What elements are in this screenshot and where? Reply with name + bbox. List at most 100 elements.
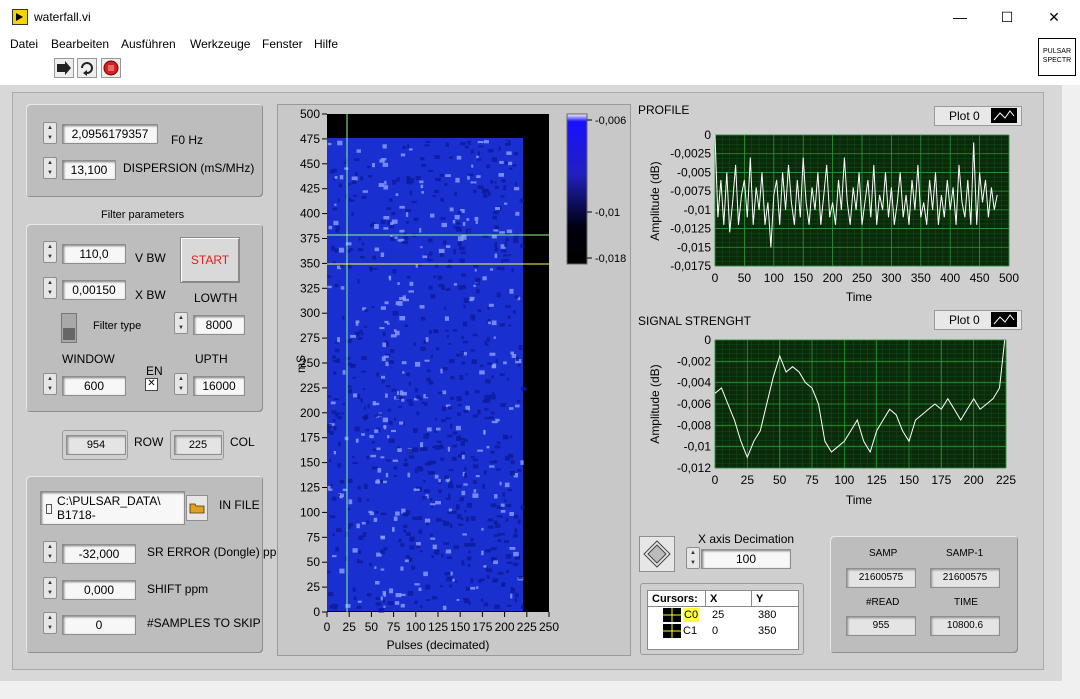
menu-werkzeuge[interactable]: Werkzeuge — [190, 37, 250, 51]
filter-type-toggle[interactable] — [61, 313, 77, 343]
cursor-move-pad[interactable] — [639, 536, 675, 572]
cursor-c0-name[interactable]: C0 — [683, 608, 700, 622]
profile-chart[interactable]: 0 -0,0025 -0,005 -0,0075 -0,01 -0,0125 -0,015 -… — [637, 125, 1027, 305]
waterfall-speckle — [390, 237, 395, 241]
waterfall-speckle — [520, 243, 525, 248]
window-input[interactable]: 600 — [62, 376, 126, 396]
waterfall-speckle — [418, 529, 423, 534]
dispersion-input[interactable]: 13,100 — [62, 160, 116, 180]
sr-error-input[interactable]: -32,000 — [62, 544, 136, 564]
waterfall-speckle — [357, 485, 361, 490]
decimation-incdec[interactable]: ▲ ▼ — [686, 547, 700, 569]
browse-folder-icon[interactable] — [186, 495, 208, 521]
waterfall-speckle — [457, 241, 462, 247]
waterfall-speckle — [401, 398, 405, 402]
s-y-tick-label: -0,002 — [677, 354, 711, 368]
waterfall-speckle — [352, 461, 358, 464]
sr-error-incdec[interactable]: ▲ ▼ — [43, 541, 57, 563]
waterfall-speckle — [461, 562, 465, 566]
waterfall-speckle — [462, 321, 468, 327]
run-continuously-icon[interactable] — [77, 58, 97, 78]
title-bar — [0, 0, 1080, 34]
profile-y-axis: 0 -0,0025 -0,005 -0,0075 -0,01 -0,0125 -0,015 -… — [670, 128, 711, 273]
shift-incdec[interactable]: ▲ ▼ — [43, 577, 57, 599]
menu-hilfe[interactable]: Hilfe — [314, 37, 338, 51]
upth-incdec[interactable]: ▲ ▼ — [174, 373, 188, 395]
menu-fenster[interactable]: Fenster — [262, 37, 303, 51]
waterfall-speckle — [380, 219, 386, 224]
waterfall-speckle — [504, 242, 507, 248]
row-label: ROW — [134, 435, 164, 449]
waterfall-y-tick-label: 150 — [300, 456, 320, 470]
waterfall-speckle — [503, 254, 508, 257]
waterfall-speckle — [357, 394, 360, 399]
waterfall-speckle — [440, 444, 443, 448]
skip-incdec[interactable]: ▲ ▼ — [43, 612, 57, 634]
lowth-input[interactable]: 8000 — [193, 315, 245, 335]
upth-input[interactable]: 16000 — [193, 376, 245, 396]
lowth-incdec[interactable]: ▲ ▼ — [174, 312, 188, 334]
waterfall-speckle — [336, 528, 342, 533]
decimation-input[interactable]: 100 — [701, 549, 791, 569]
cursor-c1-name[interactable]: C1 — [683, 624, 697, 638]
close-button[interactable]: ✕ — [1031, 4, 1077, 30]
menu-datei[interactable]: Datei — [10, 37, 38, 51]
waterfall-speckle — [356, 149, 361, 153]
dispersion-incdec[interactable]: ▲ ▼ — [43, 157, 57, 179]
waterfall-speckle — [427, 258, 433, 262]
start-button[interactable]: START — [180, 237, 240, 283]
waterfall-speckle — [484, 416, 490, 420]
xbw-incdec[interactable]: ▲ ▼ — [43, 277, 57, 299]
profile-legend[interactable]: Plot 0 — [934, 106, 1022, 126]
f0-incdec[interactable]: ▲ ▼ — [43, 122, 57, 144]
cursor-legend[interactable]: Cursors: X Y C0 25 380 C1 0 350 — [647, 590, 799, 650]
xbw-input[interactable]: 0,00150 — [62, 280, 126, 300]
waterfall-speckle — [455, 353, 460, 357]
waterfall-speckle — [480, 598, 484, 602]
signal-chart[interactable]: 0 -0,002 -0,004 -0,006 -0,008 -0,01 -0,012 0 25… — [637, 330, 1027, 510]
abort-stop-icon[interactable] — [101, 58, 121, 78]
menu-ausfuehren[interactable]: Ausführen — [121, 37, 176, 51]
vi-icon-line2: SPECTR — [1042, 57, 1072, 64]
waterfall-speckle — [425, 337, 429, 342]
waterfall-y-tick-label: 350 — [300, 256, 320, 270]
vertical-scrollbar[interactable] — [1062, 85, 1080, 681]
vbw-incdec[interactable]: ▲ ▼ — [43, 241, 57, 263]
waterfall-speckle — [472, 464, 479, 469]
waterfall-speckle — [337, 337, 340, 343]
waterfall-speckle — [439, 173, 444, 177]
window-incdec[interactable]: ▲ ▼ — [43, 373, 57, 395]
waterfall-speckle — [374, 224, 379, 229]
skip-input[interactable]: 0 — [62, 615, 136, 635]
waterfall-speckle — [376, 372, 379, 377]
waterfall-speckle — [493, 560, 498, 565]
signal-legend[interactable]: Plot 0 — [934, 310, 1022, 330]
minimize-button[interactable]: — — [937, 4, 983, 30]
vbw-input[interactable]: 110,0 — [62, 244, 126, 264]
shift-input[interactable]: 0,000 — [62, 580, 136, 600]
waterfall-speckle — [427, 169, 434, 172]
waterfall-speckle — [428, 285, 433, 290]
waterfall-speckle — [327, 395, 332, 398]
waterfall-speckle — [330, 483, 333, 489]
waterfall-speckle — [457, 412, 461, 416]
menu-bearbeiten[interactable]: Bearbeiten — [51, 37, 109, 51]
p-x-tick-label: 350 — [911, 271, 931, 285]
waterfall-x-tick-label: 0 — [324, 620, 331, 634]
waterfall-speckle — [434, 189, 440, 194]
maximize-button[interactable]: ☐ — [984, 4, 1030, 30]
waterfall-speckle — [408, 402, 414, 406]
f0-input[interactable]: 2,0956179357 — [62, 124, 158, 144]
samp1-label: SAMP-1 — [946, 548, 984, 559]
legend-line-icon — [991, 312, 1017, 327]
p-y-tick-label: -0,0075 — [670, 184, 711, 198]
in-file-path-input[interactable]: C:\PULSAR_DATA\ B1718- — [40, 491, 185, 525]
waterfall-speckle — [483, 189, 489, 193]
waterfall-speckle — [470, 314, 476, 320]
waterfall-speckle — [480, 364, 484, 368]
waterfall-speckle — [500, 403, 506, 407]
run-arrow-icon[interactable] — [54, 58, 74, 78]
waterfall-speckle — [489, 460, 495, 464]
decimation-label: X axis Decimation — [698, 532, 795, 546]
en-checkbox[interactable]: ✕ — [145, 378, 158, 391]
